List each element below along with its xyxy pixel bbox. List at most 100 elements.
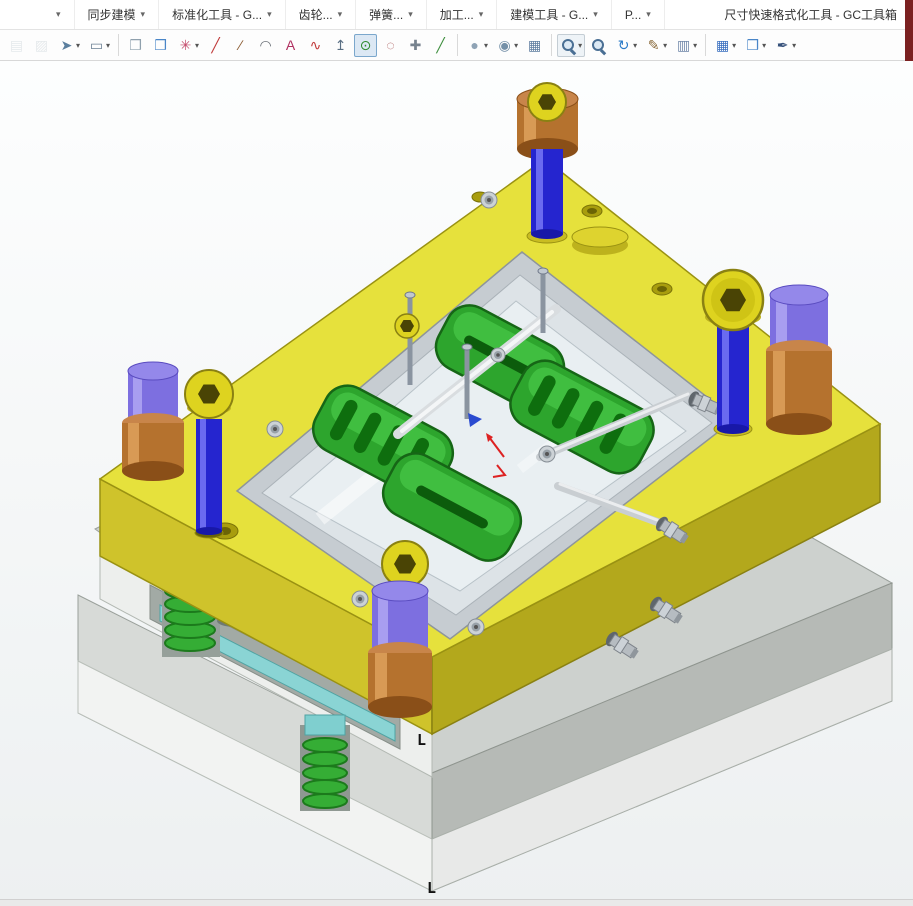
arc-icon: ◠	[259, 36, 272, 53]
menu-tab-modeling-tools-label: 建模工具 - G...	[510, 8, 589, 22]
rotate-view-icon: ↻	[617, 36, 630, 53]
point-set-icon: ✳	[179, 36, 192, 53]
3d-viewport[interactable]: L L	[0, 61, 913, 905]
menu-label-gc-toolbox[interactable]: 尺寸快速格式化工具 - GC工具箱	[711, 0, 913, 29]
menu-tab-gear-label: 齿轮...	[298, 8, 333, 22]
profile-line-icon: ∕	[239, 36, 242, 53]
paste-icon[interactable]: ▤	[5, 34, 28, 57]
snap-point-icon[interactable]: ➤ ▾	[55, 34, 83, 57]
circle-center-icon[interactable]: ⊙	[354, 33, 378, 57]
menu-tab-machining[interactable]: 加工... ▾	[427, 0, 498, 29]
edit-display-icon[interactable]: ✎ ▾	[642, 34, 670, 57]
point-plus-icon: ✚	[409, 36, 422, 53]
blend-icon[interactable]: ◉ ▾	[493, 34, 521, 57]
marquee-select-icon: ▭	[89, 36, 104, 53]
assembly-cube-icon: ❒	[746, 36, 759, 53]
menu-tab-gear[interactable]: 齿轮... ▾	[286, 0, 357, 29]
dropdown-arrow-icon: ▾	[76, 40, 81, 50]
dropdown-arrow-icon: ▾	[633, 40, 638, 50]
dropdown-arrow-icon: ▾	[408, 9, 413, 19]
extrude-cube-icon[interactable]: ❒	[124, 34, 147, 57]
dropdown-arrow-icon: ▾	[732, 40, 737, 50]
line-icon[interactable]: ╱	[204, 34, 227, 57]
graphics-window: L L	[0, 61, 913, 905]
corner-mark-upper: L	[417, 731, 426, 749]
shaded-cube-icon[interactable]: ❒	[149, 34, 172, 57]
ellipse-icon: ◌	[386, 36, 395, 53]
annotation-icon: ▥	[677, 36, 691, 53]
dropdown-arrow-icon: ▾	[693, 40, 698, 50]
dropdown-arrow-icon: ▾	[593, 9, 598, 19]
dropdown-arrow-icon: ▾	[792, 40, 797, 50]
menu-bar: ▾ 同步建模 ▾ 标准化工具 - G... ▾ 齿轮... ▾ 弹簧... ▾ 加工... ▾ 建模工…	[0, 0, 913, 30]
zoom-fit-icon[interactable]	[587, 34, 610, 57]
sphere-icon: ●	[470, 36, 479, 53]
dropdown-arrow-icon: ▾	[484, 40, 489, 50]
menu-tab-more[interactable]: P... ▾	[612, 0, 665, 29]
status-strip	[0, 899, 913, 906]
sketch-line-icon[interactable]: ╱	[429, 34, 452, 57]
dropdown-arrow-icon: ▾	[762, 40, 767, 50]
ejector-plate-cyan-2[interactable]	[304, 714, 346, 736]
datum-axis-icon: ↥	[334, 36, 347, 53]
dropdown-arrow-icon: ▾	[478, 9, 484, 19]
toolbar-separator	[551, 34, 553, 56]
toolbar-separator	[457, 34, 459, 56]
style-pen-icon: ✒	[776, 36, 789, 53]
menu-tab-synchronous-modeling[interactable]: 同步建模 ▾	[75, 0, 160, 29]
zoom-window-icon[interactable]: ▾	[557, 33, 586, 57]
dropdown-arrow-icon: ▾	[514, 40, 519, 50]
extrude-cube-icon: ❒	[129, 36, 142, 53]
snap-point-icon: ➤	[60, 36, 73, 53]
dropdown-arrow-icon: ▾	[106, 40, 111, 50]
arc-icon[interactable]: ◠	[254, 34, 277, 57]
dropdown-arrow-icon: ▾	[578, 40, 583, 50]
toolbar-separator	[118, 34, 120, 56]
line-icon: ╱	[211, 36, 220, 53]
menu-stub[interactable]: ▾	[38, 0, 75, 29]
format-brush-icon: ▨	[34, 36, 49, 53]
studio-spline-icon[interactable]: ∿	[304, 34, 327, 57]
profile-line-icon[interactable]: ∕	[229, 34, 252, 57]
menu-tab-modeling-tools[interactable]: 建模工具 - G... ▾	[497, 0, 612, 29]
menu-tab-spring[interactable]: 弹簧... ▾	[356, 0, 427, 29]
edit-display-icon: ✎	[647, 36, 660, 53]
style-pen-icon[interactable]: ✒ ▾	[771, 34, 799, 57]
circle-center-icon: ⊙	[359, 36, 372, 53]
menu-tab-more-label: P...	[624, 7, 642, 22]
guide-bushing-right[interactable]	[766, 284, 832, 435]
zoom-window-icon	[560, 37, 577, 54]
format-brush-icon[interactable]: ▨	[30, 34, 53, 57]
dropdown-arrow-icon: ▾	[195, 40, 200, 50]
corner-mark-lower: L	[427, 879, 436, 897]
hex-bolt-small[interactable]	[394, 313, 420, 339]
blend-icon: ◉	[498, 36, 511, 53]
annotation-icon[interactable]: ▥ ▾	[672, 34, 700, 57]
part-table-icon: ▦	[716, 36, 730, 53]
rotate-view-icon[interactable]: ↻ ▾	[612, 34, 640, 57]
ellipse-icon[interactable]: ◌	[379, 34, 402, 57]
toolbar-separator	[705, 34, 707, 56]
fit-spline-icon[interactable]: A	[279, 34, 302, 57]
datum-grid-icon: ▦	[527, 36, 542, 53]
guide-bushing-left[interactable]	[122, 361, 184, 481]
point-set-icon[interactable]: ✳ ▾	[174, 34, 202, 57]
point-plus-icon[interactable]: ✚	[404, 34, 427, 57]
sphere-icon[interactable]: ● ▾	[463, 34, 491, 57]
menu-tab-machining-label: 加工...	[439, 8, 474, 22]
sketch-line-icon: ╱	[436, 36, 445, 53]
datum-grid-icon[interactable]: ▦	[523, 34, 546, 57]
shaded-cube-icon: ❒	[154, 36, 167, 53]
menu-tab-standard-tools-label: 标准化工具 - G...	[172, 8, 263, 22]
datum-axis-icon[interactable]: ↥	[329, 34, 352, 57]
return-spring-center[interactable]	[302, 737, 348, 809]
marquee-select-icon[interactable]: ▭ ▾	[85, 34, 113, 57]
assembly-cube-icon[interactable]: ❒ ▾	[741, 34, 769, 57]
dropdown-arrow-icon: ▾	[56, 9, 61, 19]
zoom-fit-icon	[590, 37, 607, 54]
menu-tab-standard-tools[interactable]: 标准化工具 - G... ▾	[159, 0, 286, 29]
window-edge-accent	[905, 0, 913, 62]
dropdown-arrow-icon: ▾	[663, 40, 668, 50]
fit-spline-icon: A	[285, 36, 296, 53]
part-table-icon[interactable]: ▦ ▾	[711, 34, 739, 57]
